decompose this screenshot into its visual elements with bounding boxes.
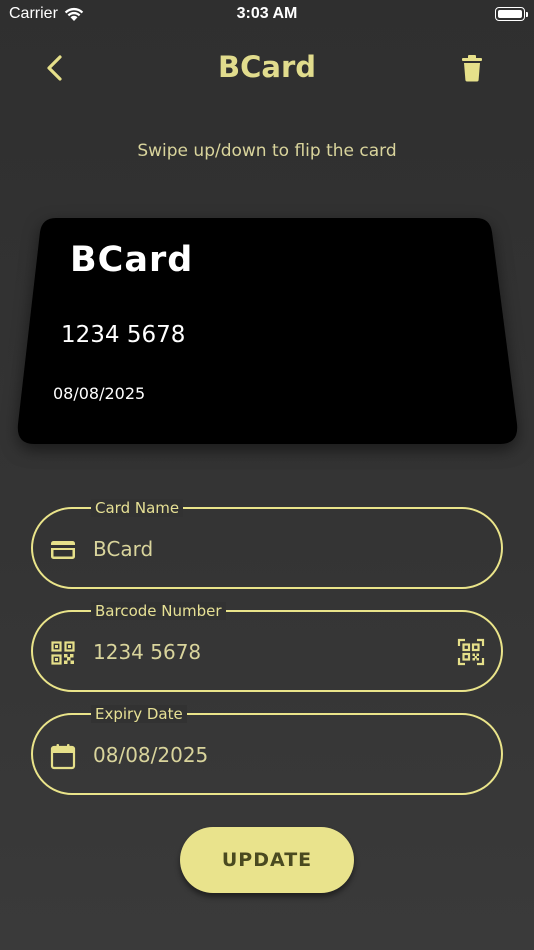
delete-button[interactable] <box>456 52 488 84</box>
card-name-display: BCard <box>70 240 194 280</box>
barcode-number-field[interactable]: Barcode Number <box>31 602 503 692</box>
expiry-date-field[interactable]: Expiry Date <box>31 705 503 795</box>
nav-bar: BCard <box>0 40 534 96</box>
expiry-date-input[interactable] <box>93 742 433 768</box>
status-bar: Carrier 3:03 AM <box>0 0 534 28</box>
card-number-display: 1234 5678 <box>61 322 186 348</box>
barcode-number-input[interactable] <box>93 639 433 665</box>
credit-card-icon <box>51 541 75 559</box>
flip-hint: Swipe up/down to flip the card <box>137 141 397 161</box>
update-button[interactable]: UPDATE <box>180 827 354 893</box>
card-expiry-display: 08/08/2025 <box>53 384 146 403</box>
battery-icon <box>495 7 528 21</box>
qr-scan-icon[interactable] <box>457 638 485 666</box>
page-title: BCard <box>217 50 317 84</box>
card-name-input[interactable] <box>93 536 433 562</box>
card-name-label: Card Name <box>91 499 184 517</box>
trash-icon <box>462 55 482 82</box>
barcode-number-label: Barcode Number <box>91 602 226 620</box>
calendar-icon <box>50 744 76 770</box>
card-name-field[interactable]: Card Name <box>31 499 503 589</box>
expiry-date-label: Expiry Date <box>91 705 187 723</box>
card-preview[interactable]: BCard 1234 5678 08/08/2025 <box>16 216 518 446</box>
status-time: 3:03 AM <box>236 5 298 22</box>
qr-code-icon <box>51 641 75 665</box>
